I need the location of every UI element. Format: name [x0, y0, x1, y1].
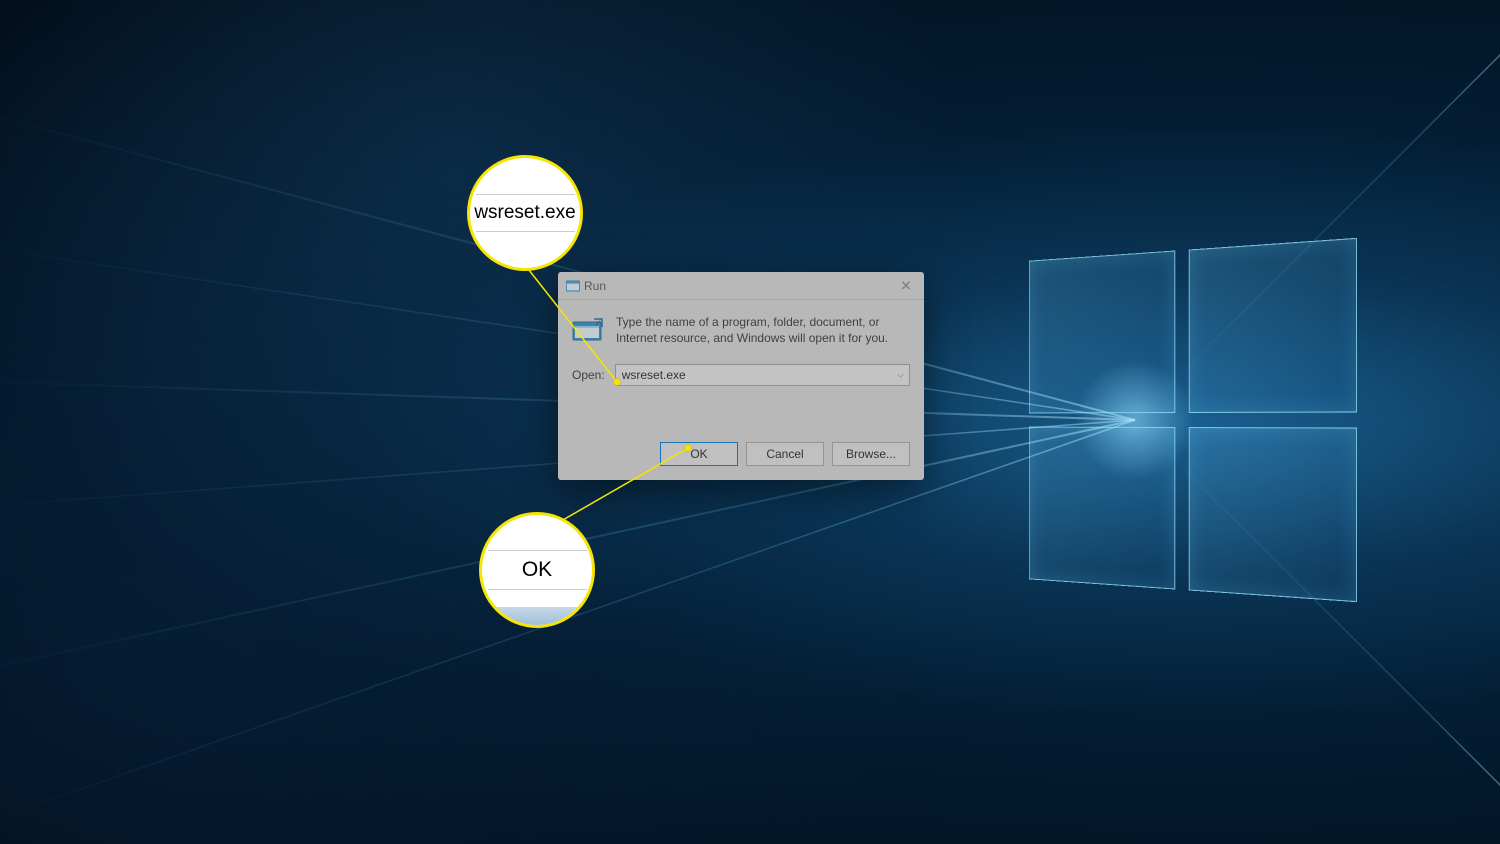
close-button[interactable]: ✕	[894, 277, 918, 294]
open-input[interactable]	[615, 364, 910, 386]
magnifier-input: wsreset.exe	[467, 155, 583, 271]
magnifier-ok: OK	[479, 512, 595, 628]
magnifier-input-text: wsreset.exe	[474, 195, 575, 231]
dialog-instruction: Type the name of a program, folder, docu…	[616, 314, 910, 346]
browse-button[interactable]: Browse...	[832, 442, 910, 466]
magnifier-ok-text: OK	[522, 551, 552, 589]
cancel-button[interactable]: Cancel	[746, 442, 824, 466]
